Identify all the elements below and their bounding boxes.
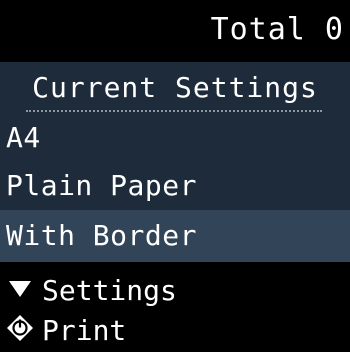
print-hint-label: Print — [42, 314, 127, 347]
dotted-divider — [26, 110, 322, 112]
settings-hint-label: Settings — [42, 274, 177, 307]
print-hint[interactable]: Print — [6, 312, 126, 348]
printer-lcd-screen: Total 0 Current Settings A4 Plain Paper … — [0, 0, 350, 352]
setting-border[interactable]: With Border — [0, 210, 350, 262]
panel-title: Current Settings — [32, 71, 318, 104]
status-bar: Total 0 — [0, 0, 350, 62]
setting-paper-type[interactable]: Plain Paper — [0, 162, 350, 210]
current-settings-panel: Current Settings A4 Plain Paper With Bor… — [0, 62, 350, 262]
down-triangle-icon — [6, 274, 34, 302]
setting-paper-size[interactable]: A4 — [0, 114, 350, 162]
settings-hint[interactable]: Settings — [6, 272, 177, 308]
total-copies-count: Total 0 — [210, 12, 344, 47]
start-diamond-icon — [6, 314, 34, 342]
